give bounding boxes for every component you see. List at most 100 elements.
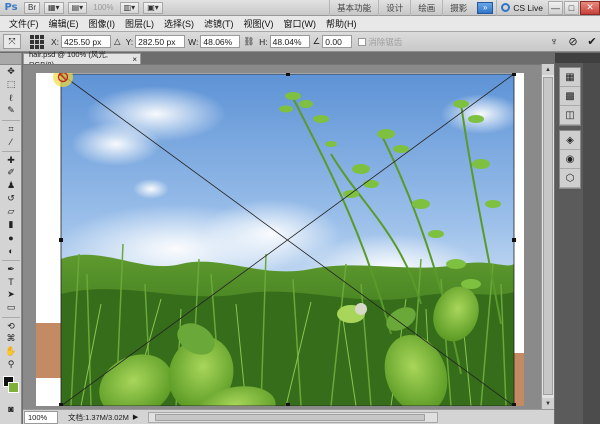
- pen-tool-icon[interactable]: ✒: [2, 260, 20, 275]
- w-label: W:: [188, 36, 199, 47]
- relative-position-icon[interactable]: △: [114, 36, 121, 47]
- crop-tool-icon[interactable]: ⌗: [2, 120, 20, 135]
- menu-window[interactable]: 窗口(W): [279, 17, 322, 30]
- close-button[interactable]: ✕: [580, 0, 600, 15]
- menu-select[interactable]: 选择(S): [159, 17, 199, 30]
- antialias-label: 消除锯齿: [368, 36, 403, 47]
- menu-layer[interactable]: 图层(L): [120, 17, 159, 30]
- arrange-documents-button[interactable]: ▥▾: [119, 1, 140, 14]
- document-window: [23, 64, 554, 409]
- blur-tool-icon[interactable]: ●: [2, 231, 20, 244]
- menu-bar: 文件(F) 编辑(E) 图像(I) 图层(L) 选择(S) 滤镜(T) 视图(V…: [0, 16, 600, 32]
- workspace-switcher: 基本功能 设计 绘画 摄影 » CS Live — □ ✕: [329, 0, 600, 16]
- canvas[interactable]: [36, 73, 524, 406]
- width-scale-field[interactable]: 48.06%: [200, 35, 241, 48]
- cs-live-icon: [501, 3, 511, 12]
- eyedropper-tool-icon[interactable]: ⁄: [2, 135, 20, 148]
- cs-live-button[interactable]: CS Live: [496, 0, 547, 16]
- swatches-panel-icon[interactable]: ▩: [560, 87, 580, 106]
- minimize-button[interactable]: —: [548, 0, 563, 15]
- window-controls: — □ ✕: [547, 0, 600, 16]
- document-tab[interactable]: hair.psd @ 100% (风光, RGB/8) ×: [23, 50, 141, 69]
- status-menu-arrow-icon[interactable]: ▶: [133, 413, 138, 421]
- shape-tool-icon[interactable]: ▭: [2, 301, 20, 314]
- horizontal-scrollbar[interactable]: [148, 411, 439, 423]
- adjustments-panel-icon[interactable]: ◫: [560, 106, 580, 125]
- status-zoom-field[interactable]: 100%: [24, 410, 58, 424]
- zoom-tool-icon[interactable]: ⚲: [2, 358, 20, 371]
- quick-mask-icon[interactable]: ◙: [2, 402, 20, 415]
- marquee-tool-icon[interactable]: ⬚: [2, 78, 20, 91]
- menu-filter[interactable]: 滤镜(T): [199, 17, 239, 30]
- menu-file[interactable]: 文件(F): [4, 17, 44, 30]
- canvas-content: [36, 73, 524, 406]
- lasso-tool-icon[interactable]: ℓ: [2, 91, 20, 104]
- channels-panel-icon[interactable]: ◉: [560, 150, 580, 169]
- gradient-tool-icon[interactable]: ▮: [2, 218, 20, 231]
- cancel-transform-icon[interactable]: ⊘: [565, 34, 581, 50]
- menu-edit[interactable]: 编辑(E): [44, 17, 84, 30]
- menu-view[interactable]: 视图(V): [239, 17, 279, 30]
- healing-brush-icon[interactable]: ✚: [2, 151, 20, 166]
- menu-help[interactable]: 帮助(H): [321, 17, 362, 30]
- antialias-checkbox[interactable]: [358, 37, 367, 46]
- hand-tool-icon[interactable]: ✋: [2, 345, 20, 358]
- screen-mode-button[interactable]: ▣▾: [143, 1, 163, 14]
- paths-panel-icon[interactable]: ⬡: [560, 169, 580, 188]
- vertical-scroll-thumb[interactable]: [543, 77, 553, 395]
- rotate-angle-field[interactable]: 0.00: [322, 35, 353, 48]
- color-panel-icon[interactable]: ▦: [560, 68, 580, 87]
- photoshop-logo: Ps: [4, 2, 18, 13]
- tools-panel: ✥ ⬚ ℓ ✎ ⌗ ⁄ ✚ ✐ ♟ ↺ ▱ ▮ ● ◐ ✒ T ➤ ▭ ⟲ ⌘ …: [0, 53, 22, 424]
- workspace-painting[interactable]: 绘画: [410, 0, 442, 16]
- zoom-level-display[interactable]: 100%: [93, 3, 113, 12]
- move-tool-icon[interactable]: ✥: [2, 65, 20, 78]
- clone-stamp-icon[interactable]: ♟: [2, 179, 20, 192]
- layers-panel-icon[interactable]: ◈: [560, 131, 580, 150]
- view-extras-button[interactable]: ▤▾: [67, 1, 88, 14]
- link-icon[interactable]: ⛓: [243, 36, 254, 47]
- horizontal-scroll-thumb[interactable]: [155, 413, 426, 421]
- dodge-tool-icon[interactable]: ◐: [2, 244, 20, 257]
- quick-select-tool-icon[interactable]: ✎: [2, 104, 20, 117]
- color-swatches[interactable]: [2, 376, 20, 396]
- reference-point-grid[interactable]: [30, 34, 44, 49]
- close-document-icon[interactable]: ×: [132, 55, 137, 64]
- workspace-essentials[interactable]: 基本功能: [329, 0, 378, 16]
- commit-transform-icon[interactable]: ✔: [584, 34, 600, 50]
- panel-group-bottom: ◈ ◉ ⬡: [559, 130, 581, 189]
- panel-dock-strip: [583, 63, 600, 424]
- document-size-info[interactable]: 文档:1.37M/3.02M: [68, 412, 129, 423]
- rotate-label: ∠: [312, 36, 321, 46]
- vertical-scrollbar[interactable]: ▲ ▼: [541, 64, 554, 409]
- 3d-rotate-icon[interactable]: ⟲: [2, 317, 20, 332]
- application-bar: Ps Br ▦▾ ▤▾ 100% ▥▾ ▣▾ 基本功能 设计 绘画 摄影 » C…: [0, 0, 600, 16]
- x-position-field[interactable]: 425.50 px: [61, 35, 112, 48]
- landscape-layer: [56, 74, 521, 406]
- restore-button[interactable]: □: [564, 0, 579, 15]
- height-scale-field[interactable]: 48.04%: [269, 35, 310, 48]
- warp-mode-icon[interactable]: ♆: [546, 34, 562, 50]
- scroll-up-icon[interactable]: ▲: [542, 64, 554, 75]
- launch-minibridge-button[interactable]: ▦▾: [44, 1, 64, 14]
- workspace-design[interactable]: 设计: [378, 0, 410, 16]
- commit-controls: ♆ ⊘ ✔: [543, 34, 600, 50]
- background-color-swatch[interactable]: [8, 382, 19, 393]
- type-tool-icon[interactable]: T: [2, 275, 20, 288]
- history-brush-icon[interactable]: ↺: [2, 192, 20, 205]
- y-position-field[interactable]: 282.50 px: [135, 35, 186, 48]
- scroll-down-icon[interactable]: ▼: [542, 398, 554, 409]
- brush-tool-icon[interactable]: ✐: [2, 166, 20, 179]
- path-select-icon[interactable]: ➤: [2, 288, 20, 301]
- panel-dock-header[interactable]: [555, 53, 600, 63]
- launch-bridge-button[interactable]: Br: [24, 1, 40, 14]
- workspace-photography[interactable]: 摄影: [442, 0, 474, 16]
- 3d-camera-icon[interactable]: ⌘: [2, 332, 20, 345]
- underlying-layer-left: [36, 323, 62, 378]
- tools-panel-header[interactable]: [0, 53, 21, 65]
- underlying-layer-right: [514, 353, 524, 406]
- tool-preset-picker[interactable]: ⤧: [3, 34, 21, 49]
- eraser-tool-icon[interactable]: ▱: [2, 205, 20, 218]
- menu-image[interactable]: 图像(I): [84, 17, 121, 30]
- more-workspaces-button[interactable]: »: [477, 1, 494, 14]
